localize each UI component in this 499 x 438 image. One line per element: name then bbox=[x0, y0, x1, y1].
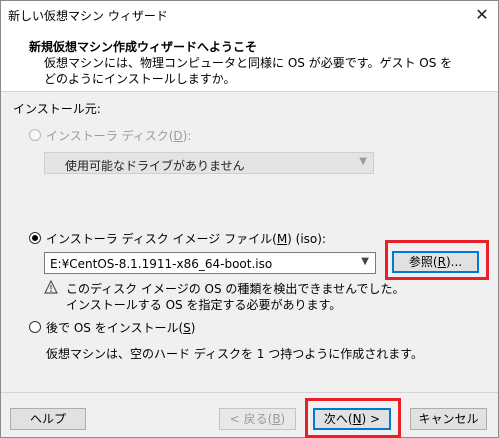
disc-drive-value: 使用可能なドライブがありません bbox=[65, 159, 245, 173]
browse-button[interactable]: 参照(R)... bbox=[392, 251, 479, 273]
back-button[interactable]: < 戻る(B) bbox=[219, 408, 296, 430]
radio-iso-image[interactable] bbox=[29, 232, 41, 244]
iso-path-combobox[interactable]: E:¥CentOS-8.1.1911-x86_64-boot.iso ▼ bbox=[44, 252, 376, 274]
chevron-down-icon: ▼ bbox=[361, 256, 369, 267]
chevron-down-icon: ▼ bbox=[359, 156, 367, 167]
window-title: 新しい仮想マシン ウィザード bbox=[8, 9, 168, 23]
radio-installer-disc[interactable] bbox=[29, 129, 41, 141]
radio-install-later[interactable] bbox=[29, 321, 41, 333]
close-icon: ✕ bbox=[475, 5, 489, 24]
wizard-heading: 新規仮想マシン作成ウィザードへようこそ bbox=[29, 40, 258, 54]
installer-disc-label: インストーラ ディスク(D): bbox=[46, 129, 192, 143]
warning-icon bbox=[44, 280, 58, 294]
disc-drive-dropdown[interactable]: 使用可能なドライブがありません ▼ bbox=[44, 152, 374, 174]
install-later-label: 後で OS をインストール(S) bbox=[46, 321, 196, 335]
install-later-description: 仮想マシンは、空のハード ディスクを 1 つ持つように作成されます。 bbox=[46, 347, 424, 361]
iso-image-label: インストーラ ディスク イメージ ファイル(M) (iso): bbox=[46, 232, 327, 246]
help-button[interactable]: ヘルプ bbox=[10, 408, 86, 430]
close-button[interactable]: ✕ bbox=[469, 3, 495, 27]
wizard-description: 仮想マシンには、物理コンピュータと同様に OS が必要です。ゲスト OS をどの… bbox=[44, 56, 453, 86]
cancel-button[interactable]: キャンセル bbox=[410, 408, 487, 430]
iso-path-value: E:¥CentOS-8.1.1911-x86_64-boot.iso bbox=[50, 257, 273, 271]
install-source-label: インストール元: bbox=[13, 102, 101, 116]
footer-divider bbox=[1, 392, 498, 393]
warning-line-1: このディスク イメージの OS の種類を検出できませんでした。 bbox=[66, 282, 405, 296]
next-button[interactable]: 次へ(N) > bbox=[313, 408, 391, 430]
warning-line-2: インストールする OS を指定する必要があります。 bbox=[66, 298, 342, 312]
